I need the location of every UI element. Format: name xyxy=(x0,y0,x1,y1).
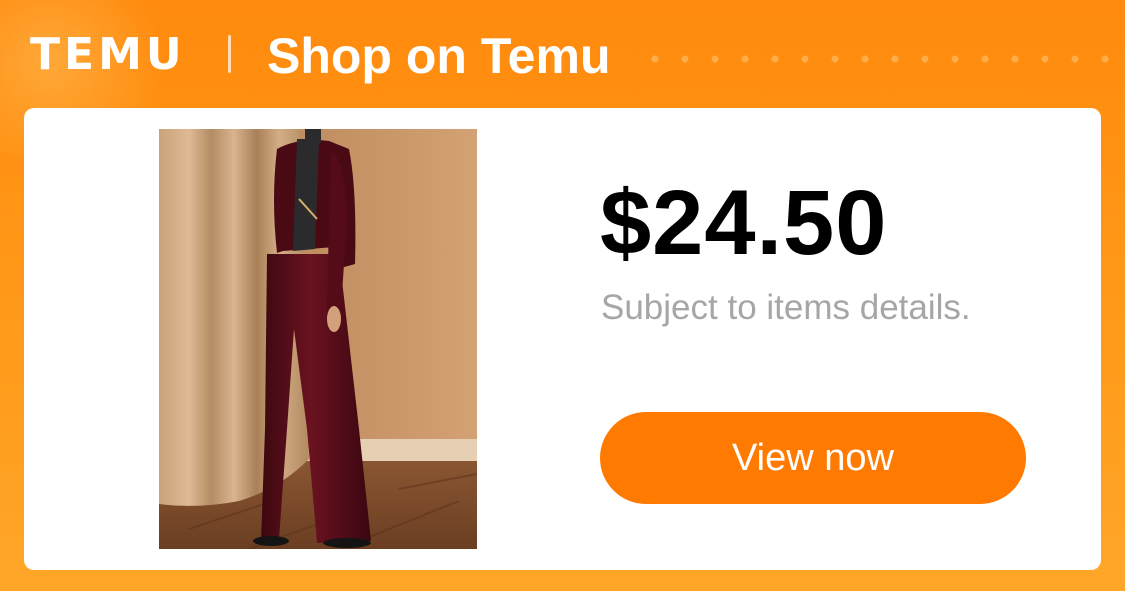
view-now-button[interactable]: View now xyxy=(600,412,1026,504)
header-title: Shop on Temu xyxy=(267,28,611,84)
product-price: $24.50 xyxy=(600,172,888,274)
product-image[interactable] xyxy=(159,129,477,549)
price-disclaimer: Subject to items details. xyxy=(601,288,971,327)
product-card[interactable]: $24.50 Subject to items details. View no… xyxy=(24,108,1101,570)
temu-logo: TEMU xyxy=(30,29,186,80)
decorative-dots xyxy=(640,52,1110,66)
product-photo-illustration xyxy=(159,129,477,549)
header-divider xyxy=(228,35,231,73)
banner-header: TEMU Shop on Temu xyxy=(0,0,1125,108)
ad-banner: TEMU Shop on Temu $24.50 Subject to item… xyxy=(0,0,1125,591)
